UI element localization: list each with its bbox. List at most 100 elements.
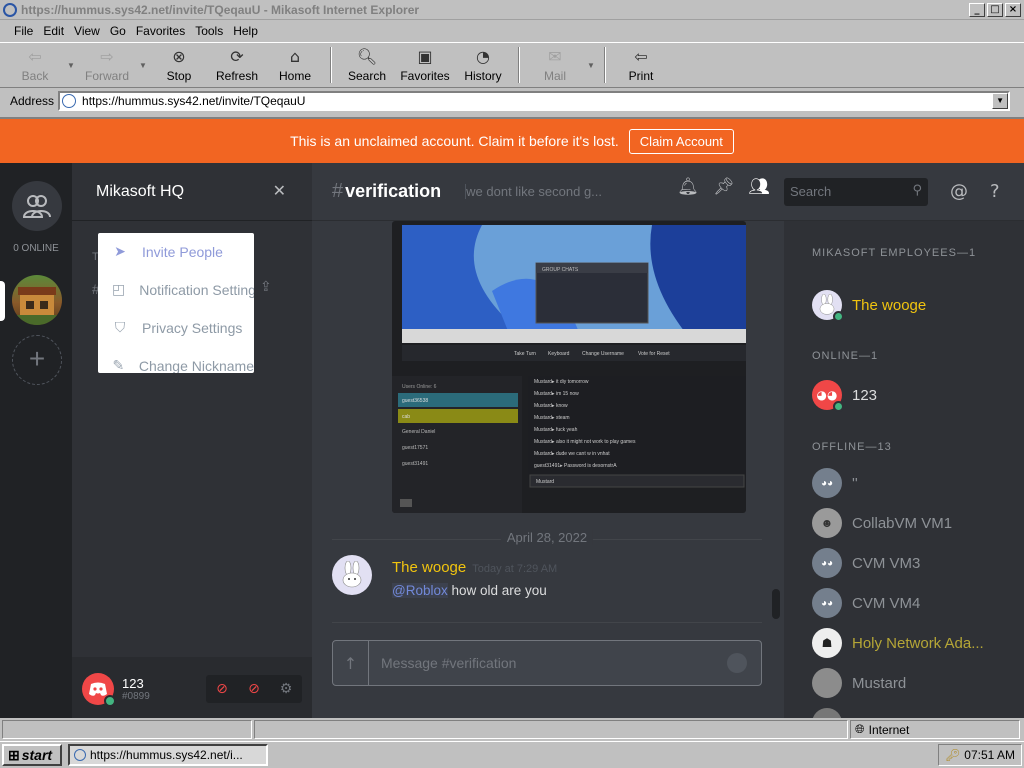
taskbar-item-ie[interactable]: https://hummus.sys42.net/i...	[68, 744, 268, 766]
user-settings-button[interactable]: ⚙	[270, 675, 302, 703]
menu-invite-people[interactable]: ➤ Invite People	[98, 233, 254, 271]
notification-bell-icon[interactable]: 🔔︎	[677, 177, 699, 197]
member-item[interactable]: ◕◕ ''	[812, 467, 1022, 499]
pin-icon[interactable]: 📌︎	[713, 177, 735, 197]
help-icon[interactable]: ?	[990, 181, 1000, 202]
embed-user-2: General Daniel	[402, 429, 435, 435]
back-button[interactable]: ⇦ Back	[6, 43, 64, 87]
search-input[interactable]: Search ⚲	[784, 177, 928, 206]
search-button[interactable]: 🔍︎ Search	[338, 43, 396, 87]
member-item[interactable]: ☻ CollabVM VM1	[812, 507, 1022, 539]
emoji-picker-icon[interactable]	[727, 653, 747, 673]
status-online-dot	[104, 694, 116, 707]
channel-invite-icon[interactable]: ⇪	[260, 279, 272, 295]
member-item[interactable]	[812, 707, 1022, 718]
stop-icon: ⊗	[172, 46, 186, 66]
stop-button[interactable]: ⊗ Stop	[150, 43, 208, 87]
menu-go[interactable]: Go	[110, 24, 126, 38]
print-button[interactable]: ⇦ Print	[612, 43, 670, 87]
menu-help[interactable]: Help	[233, 24, 258, 38]
favorites-button[interactable]: ▣ Favorites	[396, 43, 454, 87]
friends-icon	[22, 195, 51, 218]
member-list-icon[interactable]: 👥︎	[748, 177, 770, 197]
status-progress	[254, 720, 848, 739]
embed-user-1: cab	[402, 414, 410, 420]
user-panel: 123 #0899 ⊘ ⊘ ⚙	[72, 657, 312, 718]
refresh-button[interactable]: ⟳ Refresh	[208, 43, 266, 87]
guild-sidebar: 0 ONLINE +	[0, 163, 72, 718]
menu-edit[interactable]: Edit	[43, 24, 64, 38]
maximize-button[interactable]: □	[987, 2, 1003, 17]
member-list: MIKASOFT EMPLOYEES—1 The wooge ONLINE—1 …	[784, 221, 1024, 718]
message-scrollbar-thumb[interactable]	[772, 589, 780, 619]
channel-hash-icon: #	[332, 180, 344, 202]
mail-button[interactable]: ✉ Mail	[526, 43, 584, 87]
attachment-image[interactable]: GROUP CHATS Take Turn Keyboard Change Us…	[392, 221, 746, 513]
message-composer[interactable]: ↑ Message #verification	[332, 640, 762, 686]
member-avatar	[812, 668, 842, 698]
forward-button[interactable]: ⇨ Forward	[78, 43, 136, 87]
mute-mic-button[interactable]: ⊘	[206, 675, 238, 703]
message-content: @Roblox how old are you	[392, 583, 547, 598]
guild-mikasoft-hq[interactable]	[12, 275, 62, 325]
refresh-icon: ⟳	[230, 46, 244, 66]
server-pixel-house-icon	[12, 287, 62, 325]
menu-tools[interactable]: Tools	[195, 24, 223, 38]
friends-home-button[interactable]	[12, 181, 62, 231]
member-item[interactable]: ◕◕ CVM VM4	[812, 587, 1022, 619]
user-mention[interactable]: @Roblox	[392, 583, 448, 598]
member-category-online: ONLINE—1	[812, 350, 879, 362]
member-item[interactable]: Mustard	[812, 667, 1022, 699]
ie-logo-icon	[3, 2, 17, 17]
channel-name: verification	[345, 181, 442, 201]
close-menu-icon[interactable]: ✕	[273, 181, 286, 201]
channel-topic[interactable]: we dont like second g...	[465, 184, 615, 199]
member-item[interactable]: The wooge	[812, 289, 1022, 322]
avatar[interactable]	[82, 672, 116, 707]
home-button[interactable]: ⌂ Home	[266, 43, 324, 87]
deafen-button[interactable]: ⊘	[238, 675, 270, 703]
menu-favorites[interactable]: Favorites	[136, 24, 185, 38]
embed-vote-reset: Vote for Reset	[638, 351, 670, 357]
address-input[interactable]: https://hummus.sys42.net/invite/TQeqauU …	[58, 90, 1011, 111]
history-button[interactable]: ◔ History	[454, 43, 512, 87]
menu-view[interactable]: View	[74, 24, 100, 38]
back-dropdown-button[interactable]: ▼	[64, 43, 78, 87]
toolbar-separator	[330, 47, 332, 83]
menu-file[interactable]: File	[14, 24, 33, 38]
mail-dropdown-button[interactable]: ▼	[584, 43, 598, 87]
member-name: CollabVM VM1	[852, 514, 953, 532]
menu-change-nickname[interactable]: ✎ Change Nickname	[98, 347, 254, 373]
status-online-dot	[833, 401, 844, 412]
composer-divider	[332, 622, 762, 623]
message-input[interactable]: Message #verification	[381, 655, 727, 671]
member-item[interactable]: ◕◕ 123	[812, 379, 1022, 412]
embed-take-turn: Take Turn	[514, 351, 536, 357]
upload-arrow-icon: ↑	[343, 653, 358, 673]
message-author[interactable]: The wooge Today at 7:29 AM	[392, 559, 557, 576]
menu-notification-settings[interactable]: ◰ Notification Settings	[98, 271, 254, 309]
start-button[interactable]: ⊞ start	[2, 744, 62, 766]
toolbar-separator	[518, 47, 520, 83]
channel-sidebar: Mikasoft HQ ✕ T # ⇪ ➤ Invite People ◰ No…	[72, 163, 312, 718]
upload-button[interactable]: ↑	[333, 641, 369, 685]
tray-key-icon[interactable]: 🔑︎	[945, 748, 960, 762]
add-server-button[interactable]: +	[12, 335, 62, 385]
server-header[interactable]: Mikasoft HQ ✕	[72, 163, 312, 221]
forward-dropdown-button[interactable]: ▼	[136, 43, 150, 87]
stormtrooper-avatar-icon: ☗	[821, 636, 833, 650]
member-item[interactable]: ◕◕ CVM VM3	[812, 547, 1022, 579]
clock[interactable]: 07:51 AM	[964, 748, 1015, 762]
claim-account-button[interactable]: Claim Account	[628, 128, 734, 154]
discord-logo-icon	[89, 682, 107, 696]
headphones-muted-icon: ⊘	[248, 681, 260, 697]
address-dropdown-button[interactable]: ▼	[992, 92, 1009, 109]
mentions-icon[interactable]: @	[950, 181, 968, 202]
member-item[interactable]: ☗ Holy Network Ada...	[812, 627, 1022, 659]
message-avatar[interactable]	[332, 555, 372, 595]
menu-privacy-settings[interactable]: ⛉ Privacy Settings	[98, 309, 254, 347]
embed-user-4: guest31491	[402, 461, 428, 467]
minimize-button[interactable]: _	[969, 2, 985, 17]
gear-icon: ⚙	[279, 681, 293, 697]
close-button[interactable]: ×	[1005, 2, 1021, 17]
